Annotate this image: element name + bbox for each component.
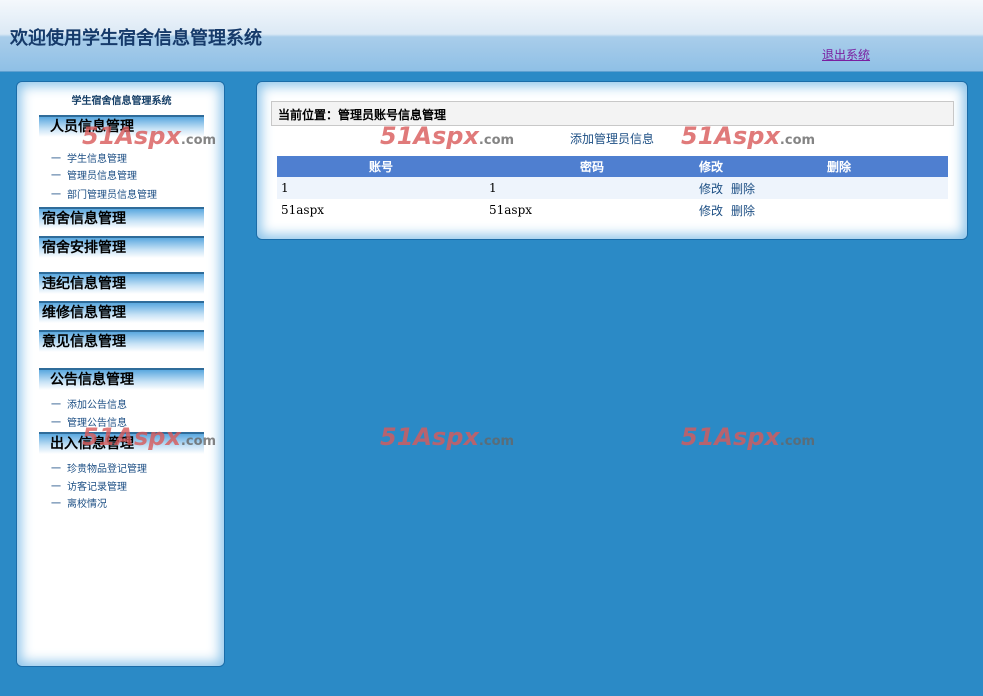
dash-icon: 一 [51,400,61,411]
watermark-logo: 51Aspx.com [681,423,816,451]
sidebar-group-violation[interactable]: 违纪信息管理 [39,272,204,294]
sidebar-item-valuables[interactable]: 一珍贵物品登记管理 [51,460,147,475]
cell-actions: 修改 删除 [699,199,948,221]
dash-icon: 一 [51,464,61,475]
sidebar-group-dorm-arrange[interactable]: 宿舍安排管理 [39,236,204,258]
sidebar-item-label: 访客记录管理 [67,482,127,493]
delete-link[interactable]: 删除 [731,182,755,196]
dash-icon: 一 [51,482,61,493]
table-header: 账号 密码 修改 删除 [277,156,948,177]
table-row: 51aspx 51aspx 修改 删除 [277,199,948,221]
dash-icon: 一 [51,190,61,201]
sidebar-item-label: 管理公告信息 [67,418,127,429]
sidebar-group-notice[interactable]: 公告信息管理 [39,368,204,390]
sidebar-group-dorm-info[interactable]: 宿舍信息管理 [39,207,204,229]
dash-icon: 一 [51,171,61,182]
sidebar-item-dept-admin-info[interactable]: 一部门管理员信息管理 [51,186,157,201]
sidebar: 学生宿舍信息管理系统 人员信息管理 一学生信息管理 一管理员信息管理 一部门管理… [16,81,225,667]
col-header-delete: 删除 [759,156,948,177]
table-row: 1 1 修改 删除 [277,177,948,199]
col-header-password: 密码 [485,156,699,177]
logout-link[interactable]: 退出系统 [822,46,870,63]
edit-link[interactable]: 修改 [699,204,723,218]
delete-link[interactable]: 删除 [731,204,755,218]
sidebar-group-personnel[interactable]: 人员信息管理 [39,115,204,137]
sidebar-item-admin-info[interactable]: 一管理员信息管理 [51,167,137,182]
cell-password: 1 [485,177,699,199]
cell-account: 1 [277,177,485,199]
content-panel: 当前位置：管理员账号信息管理 添加管理员信息 账号 密码 修改 删除 1 1 修… [256,81,968,240]
sidebar-item-label: 添加公告信息 [67,400,127,411]
sidebar-item-manage-notice[interactable]: 一管理公告信息 [51,414,127,429]
col-header-account: 账号 [277,156,485,177]
sidebar-group-feedback[interactable]: 意见信息管理 [39,330,204,352]
sidebar-item-label: 珍贵物品登记管理 [67,464,147,475]
cell-actions: 修改 删除 [699,177,948,199]
breadcrumb: 当前位置：管理员账号信息管理 [271,101,954,126]
sidebar-title: 学生宿舍信息管理系统 [71,96,172,107]
cell-password: 51aspx [489,203,533,217]
sidebar-item-label: 管理员信息管理 [67,171,137,182]
col-header-edit: 修改 [699,156,759,177]
sidebar-item-leave-school[interactable]: 一离校情况 [51,495,107,510]
sidebar-item-visitors[interactable]: 一访客记录管理 [51,478,127,493]
cell-account: 51aspx [281,203,325,217]
edit-link[interactable]: 修改 [699,182,723,196]
dash-icon: 一 [51,418,61,429]
sidebar-group-access[interactable]: 出入信息管理 [39,432,204,454]
header: 欢迎使用学生宿舍信息管理系统 退出系统 [0,0,983,72]
sidebar-item-label: 学生信息管理 [67,154,127,165]
watermark-logo: 51Aspx.com [380,423,515,451]
sidebar-item-add-notice[interactable]: 一添加公告信息 [51,396,127,411]
sidebar-item-label: 部门管理员信息管理 [67,190,157,201]
app-title: 欢迎使用学生宿舍信息管理系统 [10,28,262,49]
sidebar-item-student-info[interactable]: 一学生信息管理 [51,150,127,165]
dash-icon: 一 [51,154,61,165]
add-admin-link[interactable]: 添加管理员信息 [570,130,654,147]
admin-table: 账号 密码 修改 删除 1 1 修改 删除 51aspx 51aspx 修改 删除 [277,156,948,221]
sidebar-item-label: 离校情况 [67,499,107,510]
sidebar-group-repair[interactable]: 维修信息管理 [39,301,204,323]
dash-icon: 一 [51,499,61,510]
